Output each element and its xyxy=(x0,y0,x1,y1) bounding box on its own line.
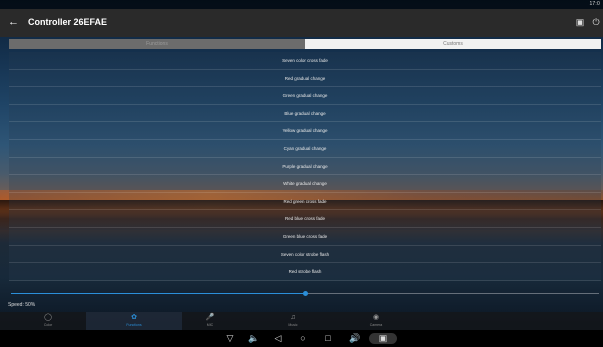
mode-tabs: Functions Customs xyxy=(9,39,601,49)
bottom-nav: ◯ Color ✿ Functions 🎤 MIC ♫ Music ◉ Came… xyxy=(0,312,603,330)
list-item[interactable]: White gradual change xyxy=(9,175,601,193)
list-item[interactable]: Blue gradual change xyxy=(9,104,601,123)
palette-icon: ◯ xyxy=(44,314,52,321)
list-item[interactable]: Red blue cross fade xyxy=(9,210,601,228)
camera-icon: ◉ xyxy=(372,314,380,321)
list-item[interactable]: Cyan gradual change xyxy=(9,139,601,158)
status-notification-icons xyxy=(4,2,14,15)
nav-label: Color xyxy=(43,323,53,327)
list-item[interactable]: Green gradual change xyxy=(9,87,601,105)
nav-item-color[interactable]: ◯ Color xyxy=(0,312,96,330)
list-item[interactable]: Seven color strobe flash xyxy=(9,245,601,264)
nav-label: MIC xyxy=(206,323,214,327)
screen-icon[interactable]: ▣ xyxy=(574,16,586,28)
status-time: 17:0 xyxy=(589,1,600,7)
slider-track-fill xyxy=(11,293,305,294)
list-item[interactable]: Yellow gradual change xyxy=(9,122,601,140)
tab-customs[interactable]: Customs xyxy=(305,39,601,49)
volume-down-icon[interactable]: 🔈 xyxy=(248,333,260,344)
list-item[interactable]: Seven color cross fade xyxy=(9,52,601,70)
list-item[interactable]: Green blue cross fade xyxy=(9,227,601,246)
home-circle-icon[interactable]: ○ xyxy=(297,333,309,344)
back-arrow-icon[interactable]: ← xyxy=(8,16,20,28)
app-root: 17:0 ← Controller 26EFAE ▣ ⏻ Functions C… xyxy=(0,0,603,347)
tab-functions[interactable]: Functions xyxy=(9,39,305,49)
system-nav-bar: ▽ 🔈 ◁ ○ □ 🔊 ▣ xyxy=(0,330,603,347)
screenshot-icon[interactable]: ▣ xyxy=(369,333,397,344)
power-icon[interactable]: ⏻ xyxy=(590,16,602,28)
slider-thumb[interactable] xyxy=(302,291,308,296)
toolbar: ← Controller 26EFAE ▣ ⏻ xyxy=(0,9,603,37)
back-triangle-icon[interactable]: ◁ xyxy=(272,333,284,344)
nav-item-mic[interactable]: 🎤 MIC xyxy=(162,312,258,330)
list-item[interactable]: Red strobe flash xyxy=(9,263,601,281)
volume-up-icon[interactable]: 🔊 xyxy=(349,333,361,344)
list-item[interactable]: Purple gradual change xyxy=(9,157,601,176)
speed-label: Speed: 50% xyxy=(8,302,36,308)
recents-square-icon[interactable]: □ xyxy=(322,333,334,344)
mode-list: Seven color cross fade Red gradual change… xyxy=(9,52,601,281)
page-title: Controller 26EFAE xyxy=(28,17,108,27)
hide-nav-icon[interactable]: ▽ xyxy=(224,333,236,344)
list-item[interactable]: Red gradual change xyxy=(9,69,601,88)
microphone-icon: 🎤 xyxy=(205,314,215,321)
nav-label: Music xyxy=(288,323,298,327)
speed-slider[interactable] xyxy=(11,291,599,297)
nav-label: Camera xyxy=(369,323,383,327)
list-item[interactable]: Red green cross fade xyxy=(9,192,601,211)
music-note-icon: ♫ xyxy=(290,314,296,321)
nav-item-camera[interactable]: ◉ Camera xyxy=(328,312,424,330)
nav-item-music[interactable]: ♫ Music xyxy=(245,312,341,330)
status-bar: 17:0 xyxy=(0,0,603,15)
